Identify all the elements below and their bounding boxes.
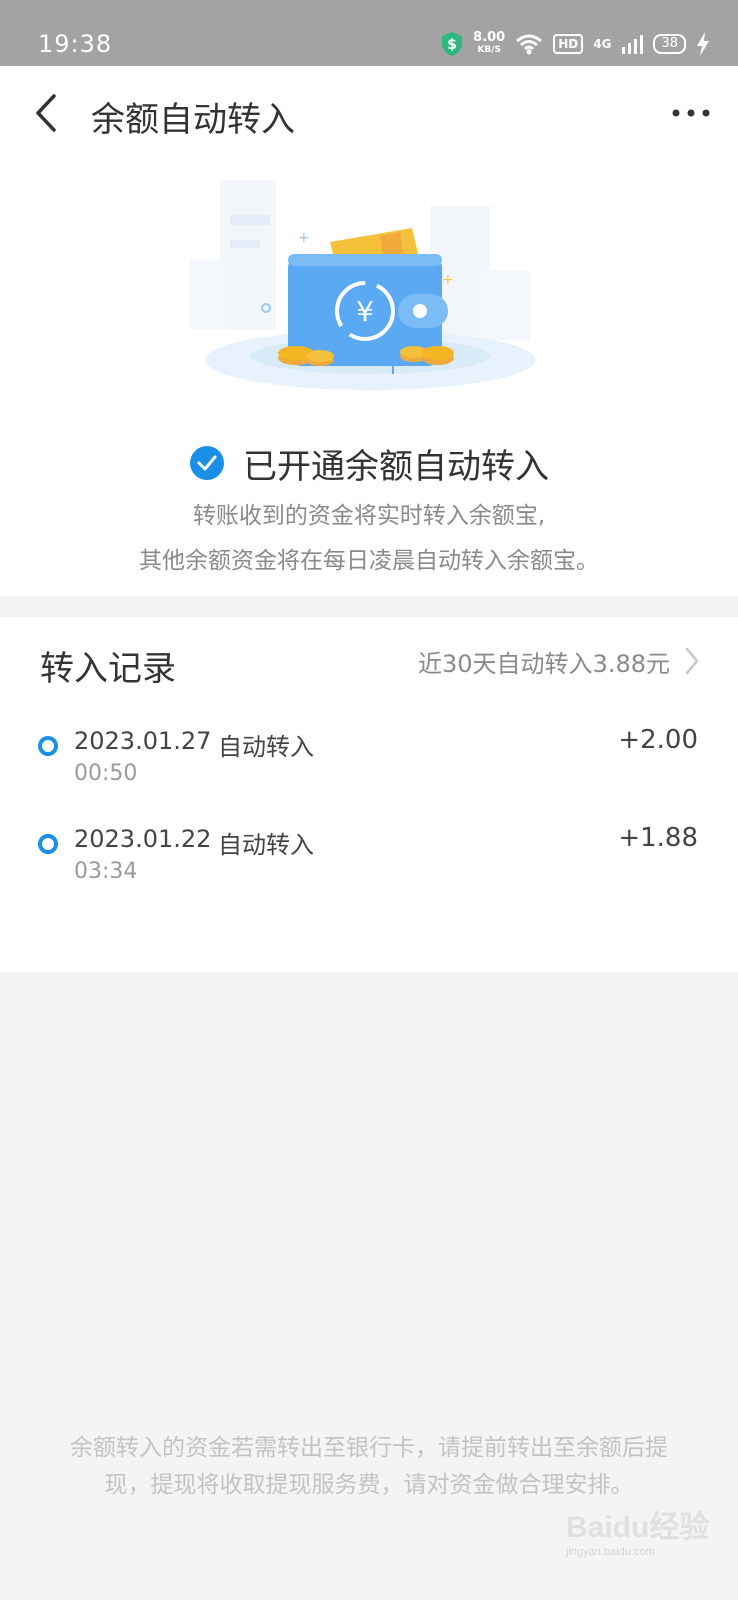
timeline-dot-icon bbox=[38, 736, 58, 756]
record-type: 自动转入 bbox=[218, 831, 314, 859]
svg-text:¥: ¥ bbox=[356, 295, 374, 328]
chevron-right-icon bbox=[685, 647, 699, 675]
status-time: 19:38 bbox=[38, 30, 113, 58]
records-summary-link[interactable]: 近30天自动转入3.88元 bbox=[418, 641, 700, 681]
check-circle-icon bbox=[190, 446, 224, 480]
record-date: 2023.01.27 bbox=[74, 727, 212, 755]
svg-text:+: + bbox=[298, 230, 310, 246]
timeline-dot-icon bbox=[38, 834, 58, 854]
back-arrow-icon[interactable] bbox=[26, 88, 66, 138]
battery-indicator: 38 bbox=[653, 34, 686, 54]
records-title: 转入记录 bbox=[40, 649, 176, 689]
wifi-icon bbox=[516, 34, 543, 55]
record-amount: +2.00 bbox=[618, 725, 698, 755]
signal-icon bbox=[622, 35, 644, 54]
record-type: 自动转入 bbox=[218, 733, 314, 761]
footer-note: 余额转入的资金若需转出至银行卡，请提前转出至余额后提现，提现将收取提现服务费，请… bbox=[70, 1435, 668, 1498]
network-speed: 8.00 KB/S bbox=[473, 30, 506, 56]
enabled-status-title: 已开通余额自动转入 bbox=[243, 446, 549, 487]
shield-icon: $ bbox=[442, 32, 463, 56]
record-item[interactable]: 2023.01.27 自动转入 00:50 +2.00 bbox=[0, 717, 738, 797]
hd-badge: HD bbox=[553, 34, 584, 54]
watermark-text: Baidu经验 bbox=[566, 1511, 710, 1544]
network-speed-value: 8.00 bbox=[473, 30, 506, 45]
records-summary-text: 近30天自动转入3.88元 bbox=[418, 649, 670, 678]
svg-text:$: $ bbox=[447, 37, 457, 53]
network-speed-unit: KB/S bbox=[477, 45, 501, 55]
hero-desc-line-1: 转账收到的资金将实时转入余额宝, bbox=[192, 503, 546, 529]
hero-description: 转账收到的资金将实时转入余额宝, 其他余额资金将在每日凌晨自动转入余额宝。 bbox=[0, 494, 738, 584]
watermark: Baidu经验 jingyan.baidu.com bbox=[566, 1502, 716, 1572]
record-item[interactable]: 2023.01.22 自动转入 03:34 +1.88 bbox=[0, 815, 738, 895]
transfer-records-section: 转入记录 近30天自动转入3.88元 2023.01.27 自动转入 00:50… bbox=[0, 617, 738, 972]
charging-icon bbox=[697, 32, 709, 56]
watermark-sub: jingyan.baidu.com bbox=[566, 1546, 655, 1558]
nav-header: 余额自动转入 bbox=[0, 66, 738, 164]
status-icons: $ 8.00 KB/S HD 4G 38 bbox=[441, 30, 710, 58]
enabled-status-row: 已开通余额自动转入 bbox=[0, 438, 738, 488]
record-time: 00:50 bbox=[74, 761, 138, 786]
record-date: 2023.01.22 bbox=[74, 825, 212, 853]
network-type: 4G bbox=[593, 37, 612, 51]
status-hero: + + ¥ 已开通余额自动转入 转账收到的资金将实时转入余额宝, 其他余额资金将… bbox=[0, 164, 738, 596]
hero-desc-line-2: 其他余额资金将在每日凌晨自动转入余额宝。 bbox=[139, 548, 599, 574]
record-amount: +1.88 bbox=[618, 823, 698, 853]
record-time: 03:34 bbox=[74, 859, 138, 884]
more-icon[interactable] bbox=[670, 98, 712, 128]
wallet-illustration: + + ¥ bbox=[190, 180, 535, 390]
page-title: 余额自动转入 bbox=[91, 100, 295, 140]
status-bar: 19:38 $ 8.00 KB/S HD 4G 38 bbox=[0, 0, 738, 66]
svg-text:+: + bbox=[442, 272, 454, 288]
